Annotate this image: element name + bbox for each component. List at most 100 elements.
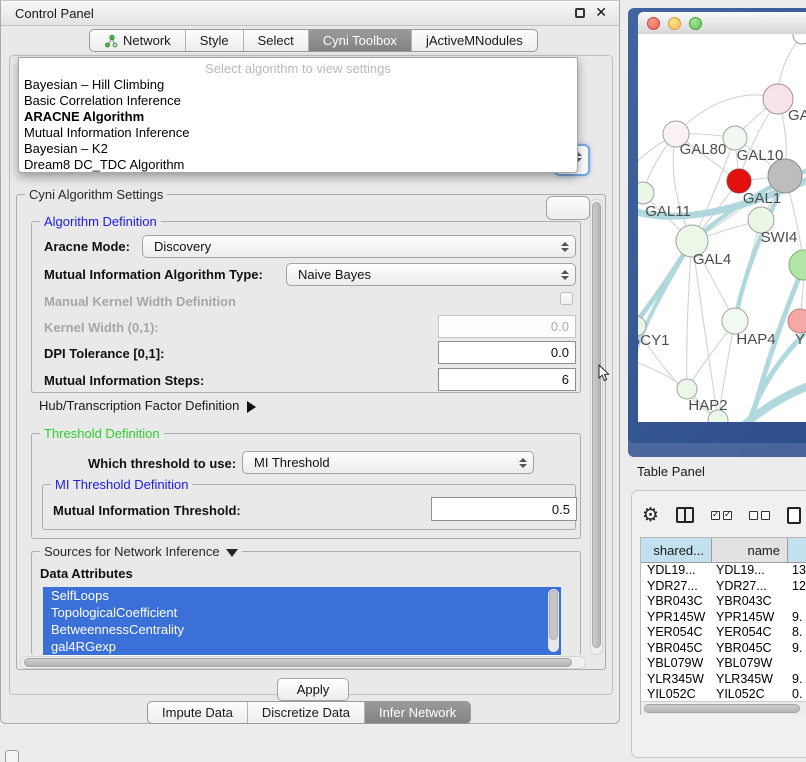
minimize-traffic-light-icon[interactable] xyxy=(668,17,681,30)
cell[interactable]: YPR145W xyxy=(712,610,788,626)
network-node[interactable] xyxy=(768,159,802,193)
expand-arrow-icon[interactable] xyxy=(247,401,256,413)
cell[interactable]: 9. xyxy=(788,641,806,657)
cell[interactable]: YBR043C xyxy=(641,594,712,610)
columns-icon[interactable] xyxy=(676,507,694,523)
mi-steps-input[interactable] xyxy=(438,368,576,391)
dropdown-item-aracne[interactable]: ARACNE Algorithm xyxy=(19,109,577,125)
table-row[interactable]: YPR145WYPR145W9. xyxy=(641,610,806,626)
cell[interactable]: YLR345W xyxy=(712,672,788,688)
cell[interactable]: YBR043C xyxy=(712,594,788,610)
cell[interactable] xyxy=(788,656,806,672)
list-item-selfloops[interactable]: SelfLoops xyxy=(43,587,561,604)
cell[interactable]: YPR145W xyxy=(641,610,712,626)
cell[interactable]: YBR045C xyxy=(641,641,712,657)
tab-discretize-data[interactable]: Discretize Data xyxy=(248,702,365,723)
cell[interactable]: 13 xyxy=(788,563,806,579)
settings-vertical-scrollbar[interactable] xyxy=(590,199,603,655)
cell[interactable]: YDR27... xyxy=(712,579,788,595)
dropdown-item-bayesian-k2[interactable]: Bayesian – K2 xyxy=(19,141,577,157)
close-traffic-light-icon[interactable] xyxy=(647,17,660,30)
dpi-tolerance-input[interactable] xyxy=(438,341,576,364)
cell[interactable]: 8. xyxy=(788,625,806,641)
table-row[interactable]: YDR27...YDR27...12 xyxy=(641,579,806,595)
cell[interactable]: YBL079W xyxy=(712,656,788,672)
node-label-gal1: GAL1 xyxy=(743,190,781,207)
cell[interactable]: YDL19... xyxy=(641,563,712,579)
scrollbar-thumb[interactable] xyxy=(644,704,800,713)
cell[interactable]: YDR27... xyxy=(641,579,712,595)
cell[interactable]: YIL052C xyxy=(641,687,712,701)
scrollbar-thumb[interactable] xyxy=(592,202,601,648)
dropdown-item-basic-correlation[interactable]: Basic Correlation Inference xyxy=(19,93,577,109)
cell[interactable]: 9. xyxy=(788,672,806,688)
float-window-icon[interactable] xyxy=(575,8,585,18)
tab-cyni-toolbox[interactable]: Cyni Toolbox xyxy=(309,30,412,51)
network-node[interactable] xyxy=(789,250,806,280)
column-header-name[interactable]: name xyxy=(712,538,788,562)
gear-icon[interactable]: ⚙ xyxy=(642,504,659,526)
deselect-all-columns-icon[interactable] xyxy=(749,511,770,520)
network-node-hap2[interactable] xyxy=(677,379,697,399)
network-node-y[interactable] xyxy=(788,309,806,333)
tab-infer-network[interactable]: Infer Network xyxy=(365,702,470,723)
aracne-mode-combo[interactable]: Discovery xyxy=(142,235,576,258)
cell[interactable]: YER054C xyxy=(712,625,788,641)
dropdown-item-mutual-information[interactable]: Mutual Information Inference xyxy=(19,125,577,141)
collapse-arrow-icon[interactable] xyxy=(226,549,238,557)
which-threshold-combo[interactable]: MI Threshold xyxy=(242,451,534,474)
cell[interactable] xyxy=(788,594,806,610)
table-horizontal-scrollbar[interactable] xyxy=(641,701,806,715)
scrollbar-thumb[interactable] xyxy=(24,658,572,667)
cell[interactable]: 0. xyxy=(788,687,806,701)
table-row[interactable]: YER054CYER054C8. xyxy=(641,625,806,641)
column-header-partial[interactable] xyxy=(788,538,806,562)
tab-select[interactable]: Select xyxy=(244,30,309,51)
mi-threshold-input[interactable] xyxy=(431,497,577,521)
dropdown-item-dream8[interactable]: Dream8 DC_TDC Algorithm xyxy=(19,157,577,173)
mi-type-combo[interactable]: Naive Bayes xyxy=(286,263,576,286)
table-row[interactable]: YLR345WYLR345W9. xyxy=(641,672,806,688)
attribute-list-scrollbar[interactable] xyxy=(548,589,559,652)
algorithm-dropdown-list: Select algorithm to view settings Bayesi… xyxy=(18,57,578,173)
new-column-icon[interactable] xyxy=(787,507,801,524)
network-canvas[interactable]: GALGAL80GAL10GAL1GAL11SWI4GAL4GCY1HAP4YH… xyxy=(638,34,806,422)
network-node[interactable] xyxy=(793,34,806,44)
mi-threshold-definition-title: MI Threshold Definition xyxy=(51,477,192,492)
cell[interactable]: YBR045C xyxy=(712,641,788,657)
cell[interactable]: YER054C xyxy=(641,625,712,641)
cell[interactable]: YIL052C xyxy=(712,687,788,701)
tab-jactivemnodules[interactable]: jActiveMNodules xyxy=(412,30,537,51)
table-row[interactable]: YBL079WYBL079W xyxy=(641,656,806,672)
tab-style[interactable]: Style xyxy=(186,30,244,51)
tab-network[interactable]: Network xyxy=(90,30,186,51)
tab-impute-data[interactable]: Impute Data xyxy=(148,702,248,723)
table-row[interactable]: YIL052CYIL052C0. xyxy=(641,687,806,701)
cell[interactable]: YDL19... xyxy=(712,563,788,579)
network-node-gal11[interactable] xyxy=(638,182,654,204)
cell[interactable]: 12 xyxy=(788,579,806,595)
settings-horizontal-scrollbar[interactable] xyxy=(20,656,586,669)
table-row[interactable]: YDL19...YDL19...13 xyxy=(641,563,806,579)
table-row[interactable]: YBR043CYBR043C xyxy=(641,594,806,610)
list-item-gal4rgexp[interactable]: gal4RGexp xyxy=(43,638,561,655)
data-attributes-list: SelfLoops TopologicalCoefficient Between… xyxy=(43,587,561,656)
hub-definition-expander[interactable]: Hub/Transcription Factor Definition xyxy=(39,398,256,413)
tab-cyni-toolbox-label: Cyni Toolbox xyxy=(323,33,397,48)
list-item-topologicalcoefficient[interactable]: TopologicalCoefficient xyxy=(43,604,561,621)
scrollbar-thumb[interactable] xyxy=(549,590,558,640)
column-header-shared-name[interactable]: shared... xyxy=(641,538,712,562)
list-item-betweennesscentrality[interactable]: BetweennessCentrality xyxy=(43,621,561,638)
cell[interactable]: YBL079W xyxy=(641,656,712,672)
zoom-traffic-light-icon[interactable] xyxy=(689,17,702,30)
select-all-columns-icon[interactable] xyxy=(711,511,732,520)
manual-kernel-checkbox[interactable] xyxy=(560,292,573,305)
dropdown-item-bayesian-hill-climbing[interactable]: Bayesian – Hill Climbing xyxy=(19,77,577,93)
cell[interactable]: 9. xyxy=(788,610,806,626)
minimized-panel-icon[interactable] xyxy=(5,750,19,762)
table-row[interactable]: YBR045CYBR045C9. xyxy=(641,641,806,657)
kernel-width-input[interactable] xyxy=(438,315,576,338)
cell[interactable]: YLR345W xyxy=(641,672,712,688)
close-icon[interactable]: ✕ xyxy=(595,4,607,21)
apply-button[interactable]: Apply xyxy=(277,678,349,701)
